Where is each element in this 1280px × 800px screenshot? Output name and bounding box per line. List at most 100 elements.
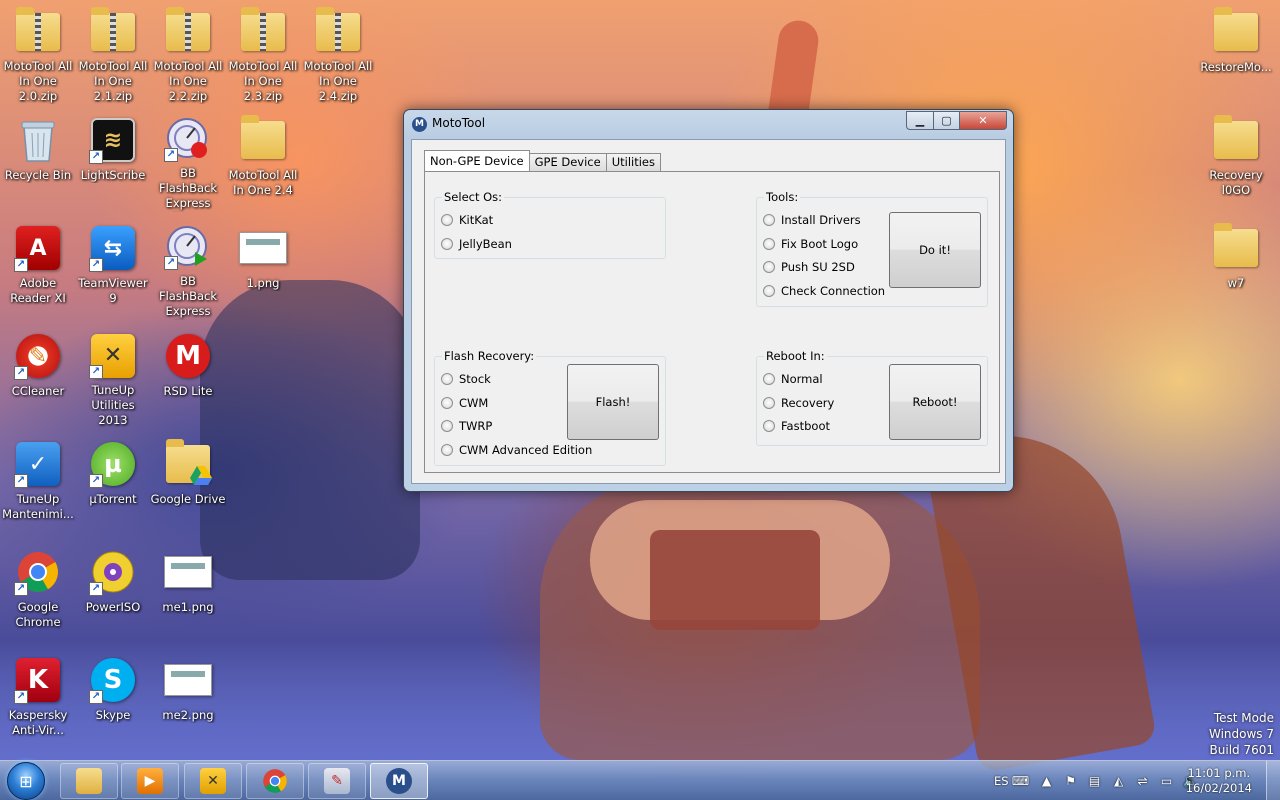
desktop-icon-ccleaner[interactable]: ✎ ↗ CCleaner bbox=[0, 328, 76, 428]
folder-icon bbox=[1212, 115, 1260, 164]
ccleaner-icon: ✎ ↗ bbox=[14, 332, 62, 380]
tuneup-maintenance-icon: ✓ ↗ bbox=[14, 440, 62, 488]
clock-time: 11:01 p.m. bbox=[1187, 766, 1251, 780]
minimize-icon: ▁ bbox=[915, 114, 925, 127]
desktop-icon-kaspersky[interactable]: K ↗ Kaspersky Anti-Vir... bbox=[0, 652, 76, 752]
start-button[interactable]: ⊞ bbox=[7, 762, 45, 800]
desktop-icon-tuneup-maintenance[interactable]: ✓ ↗ TuneUp Mantenimi... bbox=[0, 436, 76, 536]
desktop-icon-mototool-folder[interactable]: MotoTool All In One 2.4 bbox=[225, 112, 301, 212]
tools-group: Tools: Install Drivers Fix Boot Logo Pus… bbox=[756, 190, 988, 307]
window-titlebar[interactable]: M MotoTool ▁ ▢ ✕ bbox=[404, 110, 1013, 138]
maximize-button[interactable]: ▢ bbox=[933, 111, 959, 130]
radio-cwm-advanced-edition[interactable]: CWM Advanced Edition bbox=[441, 443, 592, 457]
zip-folder-icon bbox=[239, 6, 287, 55]
network-icon[interactable]: ▭ bbox=[1159, 773, 1175, 789]
radio-kitkat[interactable]: KitKat bbox=[441, 213, 493, 227]
test-mode-watermark: Test Mode Windows 7 Build 7601 bbox=[1208, 711, 1274, 757]
maximize-icon: ▢ bbox=[941, 114, 952, 127]
desktop-icon-mototool-2-2-zip[interactable]: MotoTool All In One 2.2.zip bbox=[150, 4, 226, 104]
window-title: MotoTool bbox=[432, 116, 486, 130]
desktop-icon-w7[interactable]: w7 bbox=[1198, 220, 1274, 320]
shortcut-arrow-icon: ↗ bbox=[89, 150, 103, 164]
radio-push-su-2sd[interactable]: Push SU 2SD bbox=[763, 260, 855, 274]
close-button[interactable]: ✕ bbox=[959, 111, 1007, 130]
chrome-icon bbox=[263, 769, 287, 793]
usb-device-icon[interactable]: ⇌ bbox=[1135, 773, 1151, 789]
taskbar-mototool[interactable]: M bbox=[370, 763, 428, 799]
tab-non-gpe-device[interactable]: Non-GPE Device bbox=[424, 150, 530, 171]
radio-normal[interactable]: Normal bbox=[763, 372, 823, 386]
desktop-icon-lightscribe[interactable]: ≋ ↗ LightScribe bbox=[75, 112, 151, 212]
taskbar-tuneup[interactable]: ✕ bbox=[184, 763, 242, 799]
desktop-icon-restoremo[interactable]: RestoreMo... bbox=[1198, 4, 1274, 104]
radio-install-drivers[interactable]: Install Drivers bbox=[763, 213, 861, 227]
desktop-icon-google-drive[interactable]: Google Drive bbox=[150, 436, 226, 536]
desktop-icon-mototool-2-0-zip[interactable]: MotoTool All In One 2.0.zip bbox=[0, 4, 76, 104]
desktop-icon-me2-png[interactable]: me2.png bbox=[150, 652, 226, 752]
wallpaper-figure bbox=[540, 480, 980, 760]
folder-icon bbox=[1212, 7, 1260, 56]
desktop-icon-mototool-2-1-zip[interactable]: MotoTool All In One 2.1.zip bbox=[75, 4, 151, 104]
taskbar-chrome[interactable] bbox=[246, 763, 304, 799]
desktop-icon-tuneup-utilities[interactable]: ✕ ↗ TuneUp Utilities 2013 bbox=[75, 328, 151, 428]
radio-stock[interactable]: Stock bbox=[441, 372, 491, 386]
radio-button-icon bbox=[441, 373, 453, 385]
flash-button[interactable]: Flash! bbox=[567, 364, 659, 440]
desktop-icon-utorrent[interactable]: µ ↗ µTorrent bbox=[75, 436, 151, 536]
tab-gpe-device[interactable]: GPE Device bbox=[528, 153, 607, 171]
desktop-icon-bb-flashback-recorder[interactable]: ↗ BB FlashBack Express Rec... bbox=[150, 112, 226, 212]
keyboard-icon[interactable]: ⌨ bbox=[1012, 773, 1029, 789]
radio-button-icon bbox=[763, 420, 775, 432]
taskbar-media-player[interactable]: ▶ bbox=[121, 763, 179, 799]
tab-utilities[interactable]: Utilities bbox=[605, 153, 662, 171]
radio-fix-boot-logo[interactable]: Fix Boot Logo bbox=[763, 237, 858, 251]
clipboard-icon[interactable]: ▤ bbox=[1087, 773, 1103, 789]
radio-cwm[interactable]: CWM bbox=[441, 396, 488, 410]
desktop-icon-recovery-logo[interactable]: Recovery l0GO bbox=[1198, 112, 1274, 212]
folder-icon bbox=[239, 115, 287, 164]
wallpaper-robot bbox=[200, 280, 420, 580]
desktop-icon-poweriso[interactable]: ↗ PowerISO bbox=[75, 544, 151, 644]
lightscribe-icon: ≋ ↗ bbox=[89, 116, 137, 164]
desktop-icon-mototool-2-3-zip[interactable]: MotoTool All In One 2.3.zip bbox=[225, 4, 301, 104]
mototool-window: M MotoTool ▁ ▢ ✕ Non-GPE Device GPE Devi… bbox=[403, 109, 1014, 492]
taskbar-paint[interactable]: ✎ bbox=[308, 763, 366, 799]
desktop-icon-teamviewer[interactable]: ⇆ ↗ TeamViewer 9 bbox=[75, 220, 151, 320]
desktop-icon-bb-flashback-player[interactable]: ↗ BB FlashBack Express Pla... bbox=[150, 220, 226, 320]
shortcut-arrow-icon: ↗ bbox=[89, 690, 103, 704]
desktop-icon-me1-png[interactable]: me1.png bbox=[150, 544, 226, 644]
select-os-group: Select Os: KitKat JellyBean bbox=[434, 190, 666, 259]
language-indicator[interactable]: ES bbox=[994, 774, 1009, 788]
zip-folder-icon bbox=[164, 6, 212, 55]
do-it-button[interactable]: Do it! bbox=[889, 212, 981, 288]
shortcut-arrow-icon: ↗ bbox=[89, 474, 103, 488]
show-desktop-button[interactable] bbox=[1266, 761, 1280, 800]
radio-check-connection[interactable]: Check Connection bbox=[763, 284, 885, 298]
desktop-icon-adobe-reader[interactable]: A ↗ Adobe Reader XI bbox=[0, 220, 76, 320]
taskbar-explorer[interactable] bbox=[60, 763, 118, 799]
desktop-icon-skype[interactable]: S ↗ Skype bbox=[75, 652, 151, 752]
radio-twrp[interactable]: TWRP bbox=[441, 419, 492, 433]
radio-recovery[interactable]: Recovery bbox=[763, 396, 834, 410]
desktop-icon-rsd-lite[interactable]: M RSD Lite bbox=[150, 328, 226, 428]
wallpaper-gun bbox=[650, 530, 820, 630]
desktop-icon-google-chrome[interactable]: ↗ Google Chrome bbox=[0, 544, 76, 644]
motorola-logo-icon: M bbox=[386, 768, 412, 794]
reboot-button[interactable]: Reboot! bbox=[889, 364, 981, 440]
show-hidden-icons-arrow-icon[interactable]: ▲ bbox=[1039, 773, 1055, 789]
reboot-in-group: Reboot In: Normal Recovery Fastboot Rebo… bbox=[756, 349, 988, 446]
radio-jellybean[interactable]: JellyBean bbox=[441, 237, 512, 251]
desktop-icon-recycle-bin[interactable]: Recycle Bin bbox=[0, 112, 76, 212]
desktop-icon-1-png[interactable]: 1.png bbox=[225, 220, 301, 320]
radio-button-icon bbox=[763, 397, 775, 409]
action-center-flag-icon[interactable]: ⚑ bbox=[1063, 773, 1079, 789]
clock[interactable]: 11:01 p.m. 16/02/2014 bbox=[1186, 766, 1252, 796]
close-icon: ✕ bbox=[978, 114, 988, 127]
minimize-button[interactable]: ▁ bbox=[906, 111, 933, 130]
media-player-icon: ▶ bbox=[137, 768, 163, 794]
radio-fastboot[interactable]: Fastboot bbox=[763, 419, 830, 433]
tab-panel-non-gpe: Select Os: KitKat JellyBean Tools: Insta… bbox=[424, 171, 1000, 473]
google-drive-tray-icon[interactable]: ◭ bbox=[1111, 773, 1127, 789]
windows-logo-icon: ⊞ bbox=[19, 771, 33, 791]
desktop-icon-mototool-2-4-zip[interactable]: MotoTool All In One 2.4.zip bbox=[300, 4, 376, 104]
